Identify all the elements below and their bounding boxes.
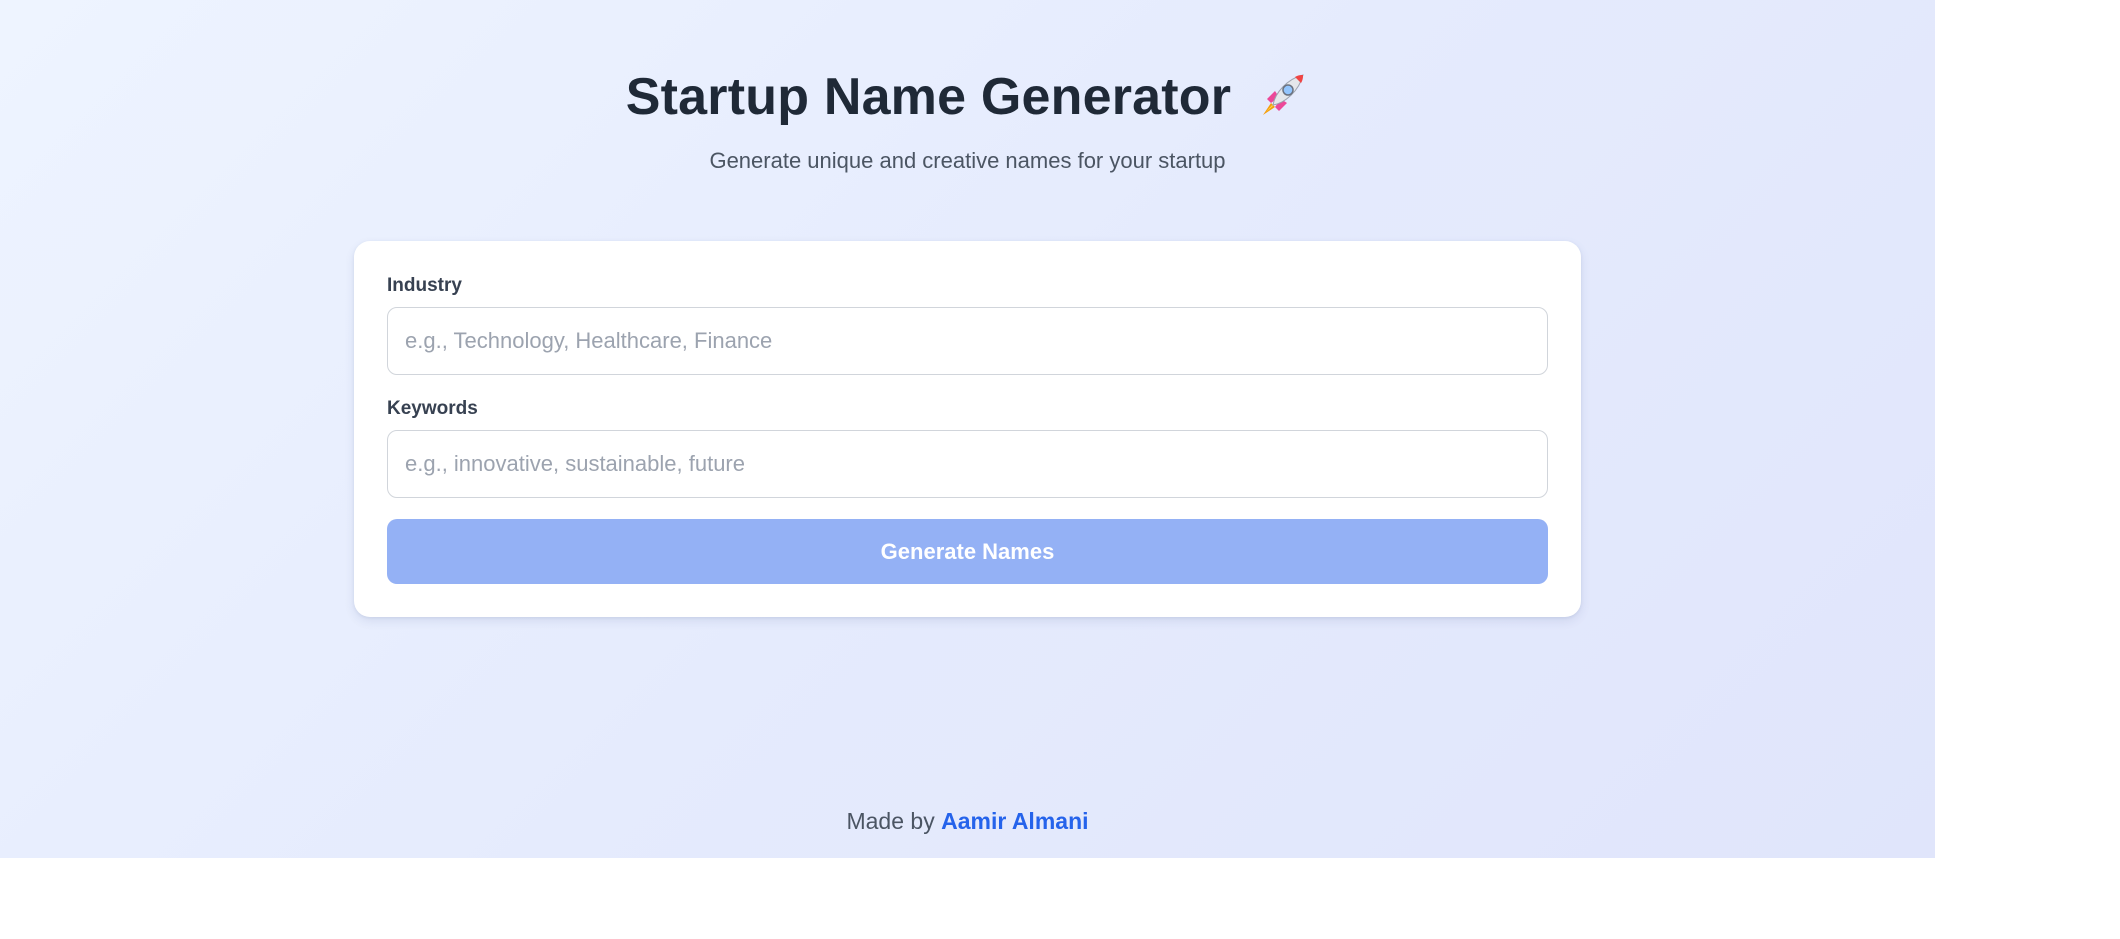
page-subtitle: Generate unique and creative names for y… bbox=[709, 148, 1226, 173]
keywords-input[interactable] bbox=[387, 430, 1548, 498]
rocket-icon bbox=[1253, 69, 1309, 125]
page-footer: Made by Aamir Almani bbox=[0, 806, 1935, 836]
page-title-row: Startup Name Generator bbox=[626, 62, 1309, 132]
page-header: Startup Name Generator Generate unique a… bbox=[0, 62, 1935, 176]
industry-input[interactable] bbox=[387, 307, 1548, 375]
generator-form-card: Industry Keywords Generate Names bbox=[354, 241, 1581, 617]
footer-prefix: Made by bbox=[846, 808, 942, 834]
generate-names-button[interactable]: Generate Names bbox=[387, 519, 1548, 584]
author-link[interactable]: Aamir Almani bbox=[941, 808, 1088, 834]
keywords-label: Keywords bbox=[387, 398, 478, 419]
page-title: Startup Name Generator bbox=[625, 68, 1232, 126]
page-background: Startup Name Generator Generate unique a… bbox=[0, 0, 1935, 858]
industry-label: Industry bbox=[387, 275, 462, 296]
